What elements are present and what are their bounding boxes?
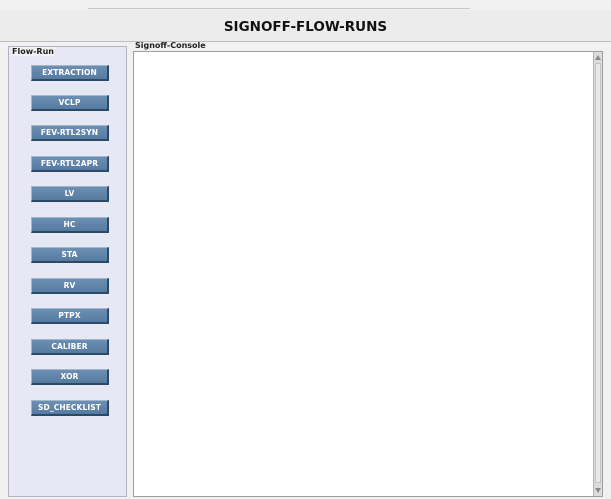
scroll-thumb[interactable] xyxy=(595,63,601,483)
top-tab-line xyxy=(280,8,470,9)
page-title: SIGNOFF-FLOW-RUNS xyxy=(223,19,388,35)
vclp-button[interactable]: VCLP xyxy=(31,95,109,111)
console-scrollbar[interactable] xyxy=(593,52,602,496)
flow-run-panel xyxy=(8,46,127,497)
scroll-down-icon[interactable] xyxy=(595,487,602,495)
title-bar: SIGNOFF-FLOW-RUNS xyxy=(0,10,611,42)
top-tab-line xyxy=(88,8,162,9)
signoff-console-label: Signoff-Console xyxy=(135,41,206,50)
ptpx-button[interactable]: PTPX xyxy=(31,308,109,324)
fev-rtl2apr-button[interactable]: FEV-RTL2APR xyxy=(31,156,109,172)
caliber-button[interactable]: CALIBER xyxy=(31,339,109,355)
hc-button[interactable]: HC xyxy=(31,217,109,233)
scroll-up-icon[interactable] xyxy=(595,53,602,61)
lv-button[interactable]: LV xyxy=(31,186,109,202)
top-tab-line xyxy=(162,8,280,9)
rv-button[interactable]: RV xyxy=(31,278,109,294)
xor-button[interactable]: XOR xyxy=(31,369,109,385)
fev-rtl2syn-button[interactable]: FEV-RTL2SYN xyxy=(31,125,109,141)
flow-run-legend: Flow-Run xyxy=(11,47,55,56)
sta-button[interactable]: STA xyxy=(31,247,109,263)
extraction-button[interactable]: EXTRACTION xyxy=(31,65,109,81)
signoff-console[interactable] xyxy=(133,51,603,497)
top-strip xyxy=(0,0,611,10)
sd-checklist-button[interactable]: SD_CHECKLIST xyxy=(31,400,109,416)
